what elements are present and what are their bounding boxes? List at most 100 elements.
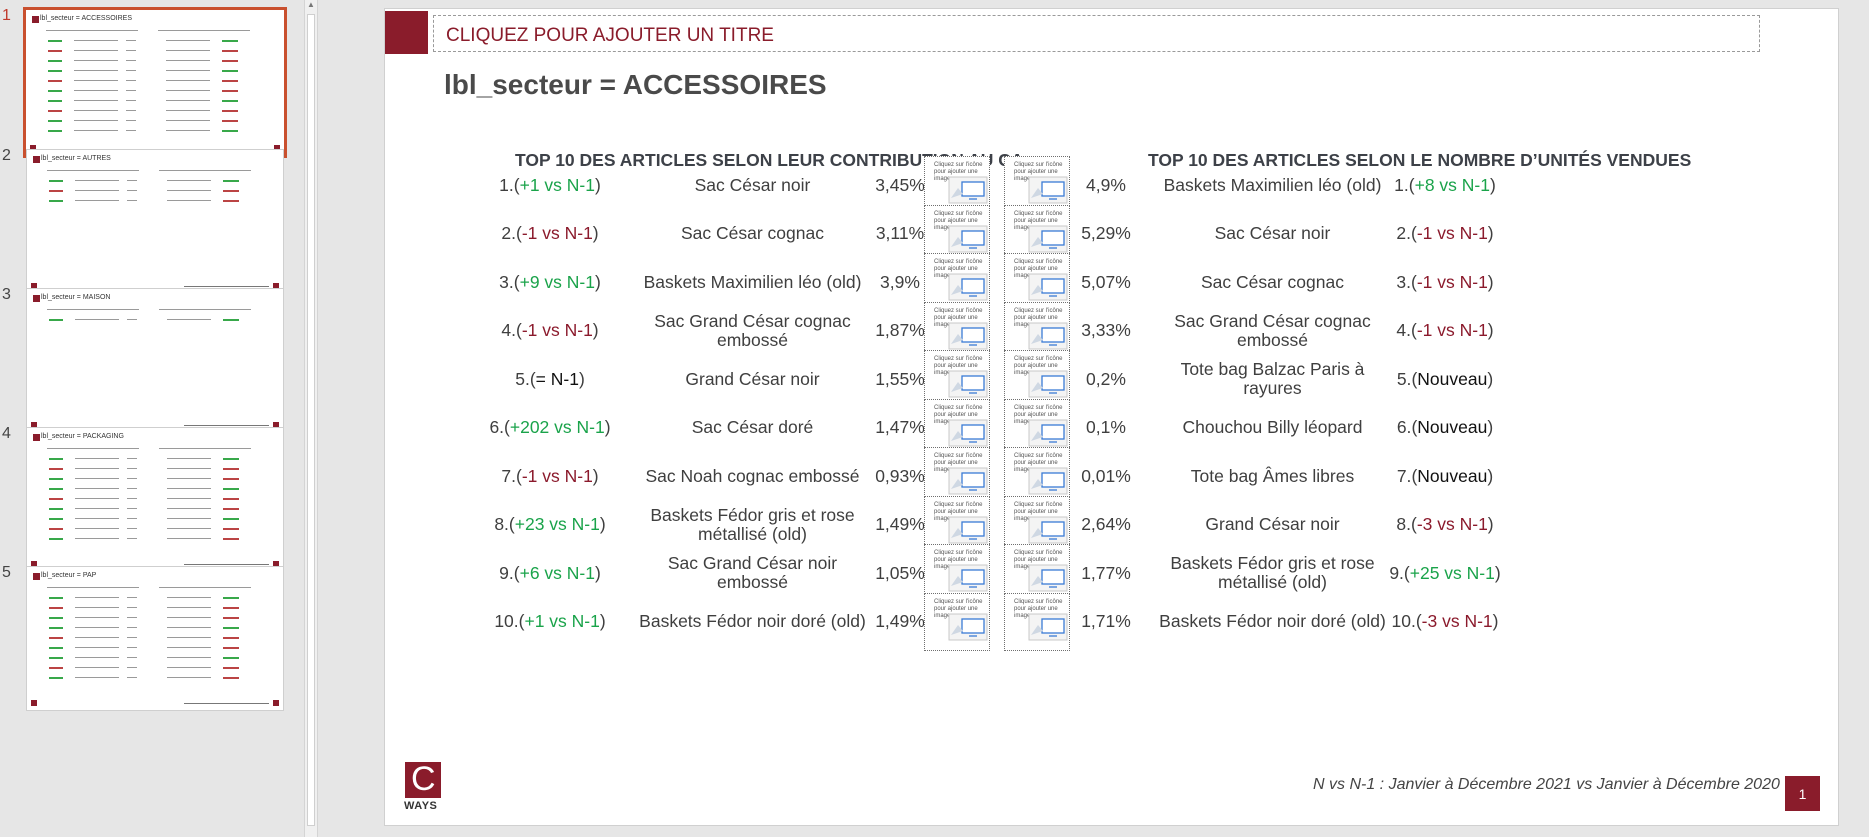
thumb-footnote bbox=[184, 564, 269, 565]
thumb-delta-mark bbox=[223, 538, 239, 540]
thumb-row-line bbox=[127, 528, 137, 529]
thumb-delta-mark bbox=[222, 40, 238, 42]
title-placeholder-text: CLIQUEZ POUR AJOUTER UN TITRE bbox=[446, 25, 774, 46]
thumb-row-line bbox=[167, 607, 211, 608]
thumb-row-line bbox=[166, 100, 210, 101]
thumb-row-line bbox=[74, 100, 118, 101]
thumb-delta-mark bbox=[49, 607, 63, 609]
thumb-heading-line bbox=[47, 587, 139, 588]
insert-picture-icon[interactable] bbox=[948, 467, 988, 495]
scroll-up-icon[interactable]: ▲ bbox=[307, 0, 315, 9]
rank-number: 7. bbox=[1396, 465, 1412, 486]
insert-picture-icon[interactable] bbox=[948, 564, 988, 592]
thumb-delta-mark bbox=[49, 528, 63, 530]
thumb-row-line bbox=[126, 70, 136, 71]
thumb-row-line bbox=[166, 110, 210, 111]
paren-close: ) bbox=[1487, 223, 1494, 243]
right-article-name[interactable]: Baskets Fédor noir doré (old) bbox=[1150, 593, 1395, 651]
thumb-delta-mark bbox=[223, 458, 239, 460]
title-placeholder[interactable]: CLIQUEZ POUR AJOUTER UN TITRE bbox=[433, 15, 1760, 52]
thumb-delta-mark bbox=[49, 667, 63, 669]
thumb-row-line bbox=[75, 627, 119, 628]
thumb-delta-mark bbox=[223, 508, 239, 510]
thumb-row-line bbox=[74, 120, 118, 121]
insert-picture-icon[interactable] bbox=[948, 176, 988, 204]
thumb-row-line bbox=[166, 80, 210, 81]
insert-picture-icon[interactable] bbox=[948, 225, 988, 253]
thumb-delta-mark bbox=[223, 657, 239, 659]
insert-picture-icon[interactable] bbox=[948, 370, 988, 398]
insert-picture-icon[interactable] bbox=[948, 322, 988, 350]
thumb-delta-mark bbox=[48, 120, 62, 122]
thumb-logo bbox=[31, 700, 37, 706]
insert-picture-icon[interactable] bbox=[948, 419, 988, 447]
slide-thumbnail-1[interactable]: lbl_secteur = ACCESSOIRES bbox=[23, 7, 287, 158]
thumb-footnote bbox=[184, 286, 269, 287]
thumb-heading-line bbox=[47, 448, 139, 449]
thumb-row-line bbox=[127, 180, 137, 181]
thumb-row-line bbox=[127, 498, 137, 499]
thumb-row-line bbox=[167, 617, 211, 618]
thumb-row-line bbox=[127, 667, 137, 668]
rank-number: 4. bbox=[501, 320, 516, 340]
thumb-row-line bbox=[127, 677, 137, 678]
thumb-row-line bbox=[75, 190, 119, 191]
slide-thumbnail-3[interactable]: lbl_secteur = MAISON bbox=[26, 288, 284, 433]
thumb-row-line bbox=[75, 667, 119, 668]
thumb-delta-mark bbox=[48, 40, 62, 42]
thumb-heading-line bbox=[159, 309, 251, 310]
rank-delta: -1 vs N-1 bbox=[521, 465, 593, 486]
right-rank-change: 10. (-3 vs N-1) bbox=[1370, 593, 1520, 651]
rank-number: 10. bbox=[494, 611, 519, 631]
thumb-sector-label: lbl_secteur = AUTRES bbox=[41, 155, 111, 162]
thumb-heading-line bbox=[47, 170, 139, 171]
thumb-delta-mark bbox=[49, 200, 63, 202]
thumb-row-line bbox=[127, 458, 137, 459]
rank-delta: +8 vs N-1 bbox=[1414, 174, 1490, 195]
thumb-delta-mark bbox=[223, 528, 239, 530]
slide-page-number: 1 bbox=[1785, 776, 1820, 811]
thumb-delta-mark bbox=[49, 518, 63, 520]
slide-thumbnail-4[interactable]: lbl_secteur = PACKAGING bbox=[26, 427, 284, 572]
editor-margin bbox=[1847, 0, 1869, 837]
insert-picture-icon[interactable] bbox=[948, 613, 988, 641]
thumb-title-square bbox=[33, 156, 40, 163]
thumb-delta-mark bbox=[223, 190, 239, 192]
thumb-delta-mark bbox=[223, 180, 239, 182]
rank-delta: Nouveau bbox=[1417, 465, 1488, 486]
thumb-delta-mark bbox=[222, 50, 238, 52]
thumb-row-line bbox=[127, 190, 137, 191]
slide-thumbnail-2[interactable]: lbl_secteur = AUTRES bbox=[26, 149, 284, 294]
thumb-row-line bbox=[166, 130, 210, 131]
slide-thumbnail-5[interactable]: lbl_secteur = PAP bbox=[26, 566, 284, 711]
rank-number: 9. bbox=[499, 562, 514, 583]
insert-picture-icon[interactable] bbox=[948, 273, 988, 301]
left-article-name[interactable]: Baskets Fédor noir doré (old) bbox=[630, 593, 875, 651]
left-image-placeholder[interactable]: Cliquez sur l'icône pour ajouter une ima… bbox=[924, 592, 990, 651]
thumb-delta-mark bbox=[223, 597, 239, 599]
thumb-row-line bbox=[74, 110, 118, 111]
thumb-row-line bbox=[166, 60, 210, 61]
thumb-delta-mark bbox=[48, 100, 62, 102]
thumb-row-line bbox=[75, 498, 119, 499]
insert-picture-icon[interactable] bbox=[948, 516, 988, 544]
thumb-row-line bbox=[126, 60, 136, 61]
thumb-delta-mark bbox=[49, 657, 63, 659]
logo-wordmark: WAYS bbox=[404, 800, 438, 812]
thumb-delta-mark bbox=[223, 667, 239, 669]
paren-close: ) bbox=[604, 417, 611, 437]
thumb-row-line bbox=[75, 468, 119, 469]
right-units-share: 1,71% bbox=[1081, 611, 1131, 631]
thumb-title-square bbox=[33, 295, 40, 302]
sector-label[interactable]: lbl_secteur = ACCESSOIRES bbox=[444, 69, 827, 101]
scrollbar-thumb[interactable] bbox=[307, 14, 315, 826]
thumb-row-line bbox=[166, 120, 210, 121]
period-footnote[interactable]: N vs N-1 : Janvier à Décembre 2021 vs Ja… bbox=[1313, 776, 1780, 794]
thumbnail-scrollbar[interactable]: ▲ bbox=[304, 0, 318, 837]
rank-number: 3. bbox=[499, 271, 514, 292]
thumb-row-line bbox=[126, 130, 136, 131]
rank-delta: = N-1 bbox=[535, 368, 579, 389]
rank-number: 3. bbox=[1396, 271, 1411, 292]
thumb-row-line bbox=[127, 647, 137, 648]
table-row: 10. (+1 vs N-1) Baskets Fédor noir doré (… bbox=[385, 592, 1838, 651]
